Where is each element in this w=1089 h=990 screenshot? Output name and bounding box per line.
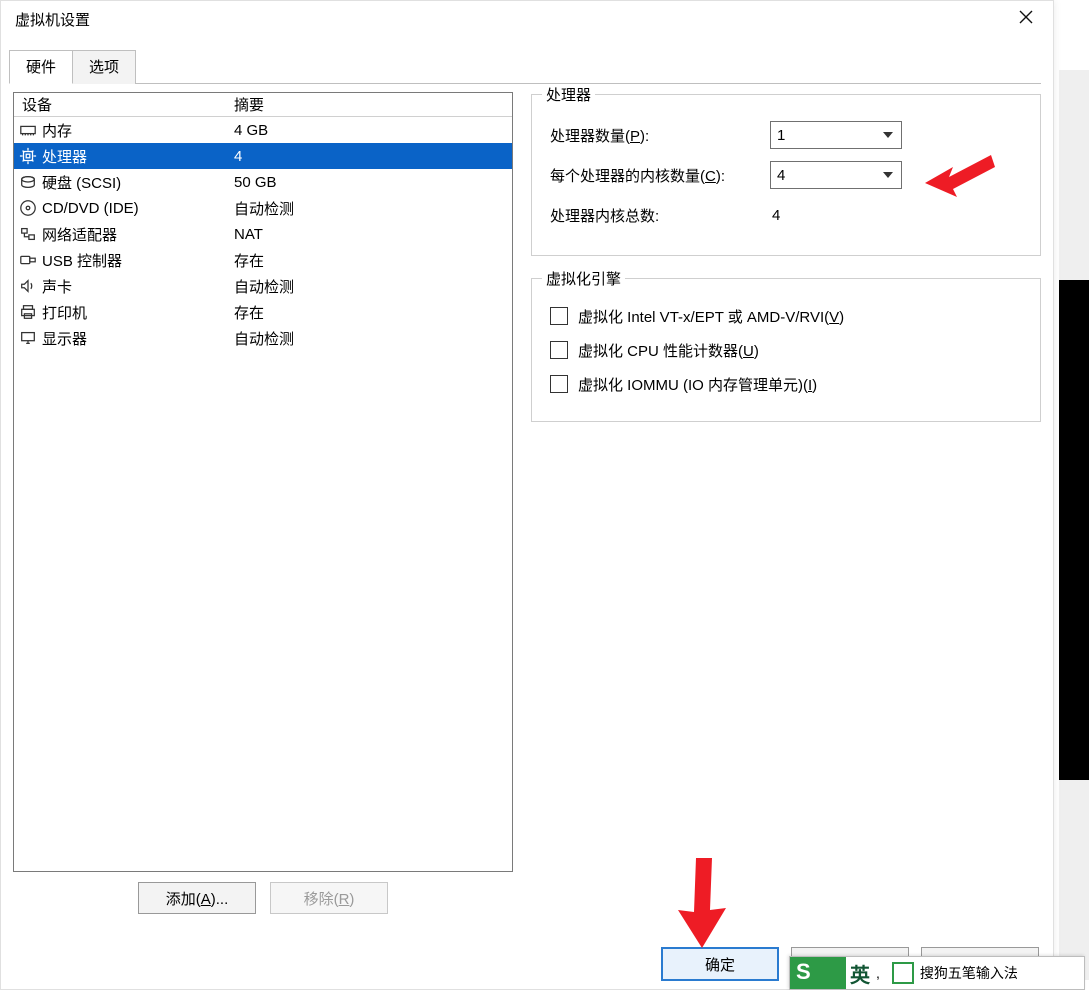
- tabs-wrap: 硬件 选项: [1, 37, 1053, 84]
- device-summary: 存在: [232, 302, 512, 323]
- ok-button[interactable]: 确定: [661, 947, 779, 981]
- device-summary: 50 GB: [232, 174, 512, 191]
- device-name: 声卡: [42, 276, 72, 297]
- checkbox-icon[interactable]: [550, 375, 568, 393]
- device-summary: 自动检测: [232, 276, 512, 297]
- titlebar: 虚拟机设置: [1, 1, 1053, 37]
- cpu-groupbox: 处理器 处理器数量(P): 1 每个处理: [531, 94, 1041, 256]
- cpu-total-value: 4: [770, 207, 905, 224]
- cpu-count-combo-wrap: 1: [770, 121, 902, 149]
- virt-iommu-label: 虚拟化 IOMMU (IO 内存管理单元)(I): [578, 374, 817, 395]
- device-name: CD/DVD (IDE): [42, 200, 139, 217]
- vm-settings-window: 虚拟机设置 硬件 选项 设备 摘要 内存 4 GB: [0, 0, 1054, 990]
- left-panel: 设备 摘要 内存 4 GB 处理器 4 硬盘 (SCSI) 50 GB CD/D…: [13, 92, 513, 914]
- memory-icon: [18, 120, 38, 140]
- virt-vtx-label: 虚拟化 Intel VT-x/EPT 或 AMD-V/RVI(V): [578, 306, 844, 327]
- device-row[interactable]: 声卡 自动检测: [14, 273, 512, 299]
- device-summary: 4: [232, 148, 512, 165]
- close-icon: [1019, 10, 1033, 28]
- cd-icon: [18, 198, 38, 218]
- device-rows: 内存 4 GB 处理器 4 硬盘 (SCSI) 50 GB CD/DVD (ID…: [14, 117, 512, 351]
- header-device: 设备: [14, 94, 232, 115]
- display-icon: [18, 328, 38, 348]
- ime-text: 搜狗五笔输入法: [920, 963, 1018, 983]
- device-name: USB 控制器: [42, 250, 122, 271]
- ime-indicator[interactable]: 英 , 搜狗五笔输入法: [789, 956, 1085, 990]
- disk-icon: [18, 172, 38, 192]
- virt-cpucnt-row[interactable]: 虚拟化 CPU 性能计数器(U): [550, 333, 1022, 367]
- cpu-total-label: 处理器内核总数:: [550, 205, 770, 226]
- device-row[interactable]: 硬盘 (SCSI) 50 GB: [14, 169, 512, 195]
- checkbox-icon[interactable]: [550, 341, 568, 359]
- tab-options[interactable]: 选项: [72, 50, 136, 84]
- device-summary: 自动检测: [232, 328, 512, 349]
- header-summary: 摘要: [232, 94, 512, 115]
- close-button[interactable]: [1005, 4, 1047, 34]
- device-row[interactable]: 网络适配器 NAT: [14, 221, 512, 247]
- device-list[interactable]: 设备 摘要 内存 4 GB 处理器 4 硬盘 (SCSI) 50 GB CD/D…: [13, 92, 513, 872]
- device-summary: 4 GB: [232, 122, 512, 139]
- usb-icon: [18, 250, 38, 270]
- tab-hardware[interactable]: 硬件: [9, 50, 73, 84]
- device-row[interactable]: 处理器 4: [14, 143, 512, 169]
- cpu-icon: [18, 146, 38, 166]
- device-name: 处理器: [42, 146, 87, 167]
- nic-icon: [18, 224, 38, 244]
- cpu-group-title: 处理器: [542, 84, 595, 105]
- cpu-cores-combo[interactable]: 4: [770, 161, 902, 189]
- cpu-count-label: 处理器数量(P):: [550, 125, 770, 146]
- printer-icon: [18, 302, 38, 322]
- window-title: 虚拟机设置: [15, 9, 90, 30]
- cpu-count-row: 处理器数量(P): 1: [550, 115, 1022, 155]
- add-device-button[interactable]: 添加(A)...: [138, 882, 256, 914]
- cpu-total-row: 处理器内核总数: 4: [550, 195, 1022, 235]
- device-name: 内存: [42, 120, 72, 141]
- sound-icon: [18, 276, 38, 296]
- cpu-cores-combo-wrap: 4: [770, 161, 902, 189]
- virt-vtx-row[interactable]: 虚拟化 Intel VT-x/EPT 或 AMD-V/RVI(V): [550, 299, 1022, 333]
- cpu-cores-row: 每个处理器的内核数量(C): 4: [550, 155, 1022, 195]
- remove-device-button: 移除(R): [270, 882, 388, 914]
- device-summary: 自动检测: [232, 198, 512, 219]
- ime-logo-icon: [790, 957, 846, 989]
- checkbox-icon[interactable]: [550, 307, 568, 325]
- right-panel: 处理器 处理器数量(P): 1 每个处理: [531, 92, 1041, 914]
- device-row[interactable]: 内存 4 GB: [14, 117, 512, 143]
- device-row[interactable]: 显示器 自动检测: [14, 325, 512, 351]
- ime-lang: 英: [850, 959, 870, 988]
- device-row[interactable]: CD/DVD (IDE) 自动检测: [14, 195, 512, 221]
- virt-cpucnt-label: 虚拟化 CPU 性能计数器(U): [578, 340, 759, 361]
- device-row[interactable]: 打印机 存在: [14, 299, 512, 325]
- device-row[interactable]: USB 控制器 存在: [14, 247, 512, 273]
- device-list-header: 设备 摘要: [14, 93, 512, 117]
- background-stray-panel: [1059, 70, 1089, 980]
- cpu-cores-label: 每个处理器的内核数量(C):: [550, 165, 770, 186]
- virt-engine-groupbox: 虚拟化引擎 虚拟化 Intel VT-x/EPT 或 AMD-V/RVI(V) …: [531, 278, 1041, 422]
- device-name: 硬盘 (SCSI): [42, 172, 121, 193]
- device-summary: 存在: [232, 250, 512, 271]
- device-summary: NAT: [232, 226, 512, 243]
- virt-group-title: 虚拟化引擎: [542, 268, 625, 289]
- device-name: 显示器: [42, 328, 87, 349]
- virt-iommu-row[interactable]: 虚拟化 IOMMU (IO 内存管理单元)(I): [550, 367, 1022, 401]
- device-name: 网络适配器: [42, 224, 117, 245]
- device-name: 打印机: [42, 302, 87, 323]
- body-area: 设备 摘要 内存 4 GB 处理器 4 硬盘 (SCSI) 50 GB CD/D…: [1, 84, 1053, 918]
- device-list-buttons: 添加(A)... 移除(R): [13, 882, 513, 914]
- cpu-count-combo[interactable]: 1: [770, 121, 902, 149]
- ime-square-icon: [892, 962, 914, 984]
- tabs: 硬件 选项: [9, 49, 1041, 84]
- remove-device-label: 移除(R): [304, 891, 355, 908]
- add-device-label: 添加(A)...: [166, 891, 229, 908]
